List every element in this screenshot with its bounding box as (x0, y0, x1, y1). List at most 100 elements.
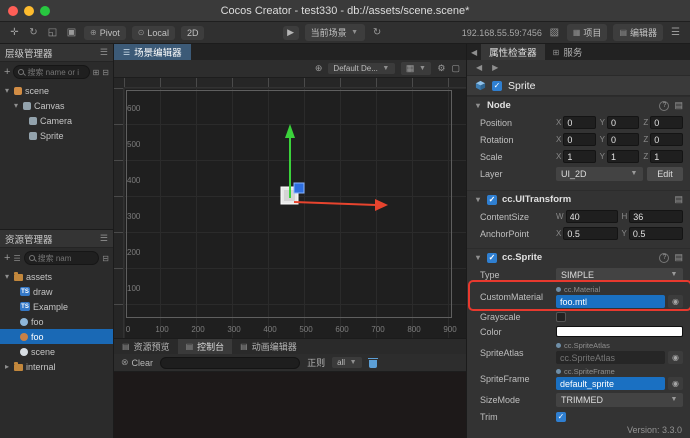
menu-icon[interactable]: ☰ (669, 27, 682, 38)
assets-search-input[interactable] (38, 254, 95, 263)
tab-inspector[interactable]: 属性检查器 (481, 44, 545, 60)
layer-dropdown[interactable]: UI_2D ▼ (556, 167, 643, 181)
panel-menu-icon[interactable]: ☰ (100, 47, 108, 58)
gizmo-center-icon[interactable]: ⊕ (315, 63, 323, 74)
rotation-y-input[interactable] (607, 133, 639, 146)
scene-viewport[interactable]: 0 100 200 300 400 500 600 700 800 900 10… (114, 78, 466, 338)
section-sprite[interactable]: ▾ ✓ cc.Sprite ? ▤ (467, 248, 690, 266)
position-y-input[interactable] (607, 116, 639, 129)
anchorpoint-x-input[interactable] (563, 227, 617, 240)
filter-icon[interactable]: ⊟ (102, 254, 109, 263)
panel-menu-icon[interactable]: ☰ (100, 233, 108, 244)
sprite-type-dropdown[interactable]: SIMPLE ▼ (556, 268, 683, 282)
scene-select-dropdown[interactable]: 当前场景 ▼ (305, 24, 365, 41)
asset-item-example[interactable]: TS Example (0, 299, 113, 314)
section-uitransform[interactable]: ▾ ✓ cc.UITransform ▤ (467, 190, 690, 208)
caret-down-icon[interactable]: ▾ (3, 272, 11, 281)
move-tool-icon[interactable]: ✛ (8, 27, 21, 38)
project-button[interactable]: ▦ 项目 (567, 24, 608, 41)
asset-picker-icon[interactable]: ◉ (668, 295, 683, 308)
gizmo-preset-dropdown[interactable]: Default De... ▼ (328, 63, 394, 74)
nav-forward-icon[interactable]: ▶ (492, 63, 498, 72)
scale-z-input[interactable] (650, 150, 683, 163)
tab-scene-editor[interactable]: ☰ 场景编辑器 (114, 44, 191, 60)
asset-item-assets[interactable]: ▾ assets (0, 269, 113, 284)
console-filter-dropdown[interactable]: all ▼ (332, 357, 362, 368)
fullscreen-icon[interactable]: ▢ (451, 63, 460, 74)
hierarchy-node-camera[interactable]: Camera (0, 113, 113, 128)
mode-2d-button[interactable]: 2D (181, 26, 205, 40)
scene-canvas[interactable]: 0 100 200 300 400 500 600 700 800 900 10… (124, 88, 466, 338)
console-clear-button[interactable]: ⊗ Clear (121, 357, 153, 368)
hierarchy-node-sprite[interactable]: Sprite (0, 128, 113, 143)
asset-picker-icon[interactable]: ◉ (668, 351, 683, 364)
sprite-enabled-checkbox[interactable]: ✓ (487, 253, 497, 263)
section-node[interactable]: ▾ Node ? ▤ (467, 96, 690, 114)
hierarchy-node-scene[interactable]: ▾ scene (0, 83, 113, 98)
scale-tool-icon[interactable]: ◱ (46, 27, 59, 38)
expand-all-icon[interactable]: ⊞ (93, 68, 100, 77)
add-asset-button[interactable]: + (4, 252, 10, 264)
spriteatlas-asset-field[interactable]: cc.SpriteAtlas (556, 351, 665, 364)
tab-console[interactable]: ▤ 控制台 (178, 339, 233, 354)
assets-search[interactable] (24, 251, 100, 265)
help-icon[interactable]: ? (659, 253, 669, 263)
local-button[interactable]: ⊙ Local (132, 26, 175, 40)
asset-item-scene[interactable]: scene (0, 344, 113, 359)
scale-y-input[interactable] (607, 150, 639, 163)
rotation-x-input[interactable] (563, 133, 595, 146)
panel-collapse-icon[interactable]: ◀ (467, 44, 481, 60)
play-button[interactable]: ▶ (283, 26, 299, 40)
hierarchy-search-input[interactable] (27, 68, 84, 77)
gizmo-y-arrowhead[interactable] (285, 124, 295, 138)
caret-down-icon[interactable]: ▾ (474, 253, 482, 262)
caret-down-icon[interactable]: ▾ (474, 101, 482, 110)
transform-gizmo[interactable] (124, 88, 466, 338)
node-active-checkbox[interactable]: ✓ (492, 81, 502, 91)
caret-down-icon[interactable]: ▾ (474, 195, 482, 204)
color-swatch[interactable] (556, 326, 683, 337)
add-node-button[interactable]: + (4, 66, 10, 78)
docs-icon[interactable]: ▤ (674, 194, 683, 205)
caret-down-icon[interactable]: ▾ (12, 101, 20, 110)
tab-animation-editor[interactable]: ▤ 动画编辑器 (232, 339, 305, 354)
docs-icon[interactable]: ▤ (674, 252, 683, 263)
editor-button[interactable]: ▤ 编辑器 (613, 24, 663, 41)
gizmo-x-arrowhead[interactable] (375, 199, 388, 211)
nav-back-icon[interactable]: ◀ (476, 63, 482, 72)
tab-services[interactable]: ⊞ 服务 (545, 44, 591, 60)
docs-icon[interactable]: ▤ (674, 100, 683, 111)
gear-icon[interactable]: ⚙ (437, 63, 445, 74)
help-icon[interactable]: ? (659, 101, 669, 111)
asset-item-internal[interactable]: ▸ internal (0, 359, 113, 374)
refresh-icon[interactable]: ↻ (371, 27, 384, 38)
gizmo-x-axis[interactable] (294, 202, 376, 205)
rotate-tool-icon[interactable]: ↻ (27, 27, 40, 38)
zoom-window-button[interactable] (40, 6, 50, 16)
regex-toggle[interactable]: 正则 (307, 356, 325, 369)
position-z-input[interactable] (650, 116, 683, 129)
asset-item-foo-material[interactable]: foo (0, 329, 113, 344)
debug-icon[interactable]: ▧ (548, 27, 561, 38)
grayscale-checkbox[interactable] (556, 312, 566, 322)
console-search-input[interactable] (160, 357, 300, 369)
caret-right-icon[interactable]: ▸ (3, 362, 11, 371)
asset-item-foo-effect[interactable]: foo (0, 314, 113, 329)
layer-edit-button[interactable]: Edit (647, 167, 683, 181)
caret-down-icon[interactable]: ▾ (3, 86, 11, 95)
position-x-input[interactable] (563, 116, 595, 129)
asset-picker-icon[interactable]: ◉ (668, 377, 683, 390)
collapse-all-icon[interactable]: ⊟ (102, 68, 109, 77)
close-window-button[interactable] (8, 6, 18, 16)
anchorpoint-y-input[interactable] (629, 227, 683, 240)
rect-tool-icon[interactable]: ▣ (65, 27, 78, 38)
minimize-window-button[interactable] (24, 6, 34, 16)
trash-icon[interactable] (369, 360, 377, 368)
pivot-button[interactable]: ⊕ Pivot (84, 26, 126, 40)
asset-item-draw[interactable]: TS draw (0, 284, 113, 299)
trim-checkbox[interactable]: ✓ (556, 412, 566, 422)
sizemode-dropdown[interactable]: TRIMMED ▼ (556, 393, 683, 407)
gizmo-xy-plane-handle[interactable] (294, 183, 304, 193)
custommaterial-asset-field[interactable]: foo.mtl (556, 295, 665, 308)
hierarchy-node-canvas[interactable]: ▾ Canvas (0, 98, 113, 113)
